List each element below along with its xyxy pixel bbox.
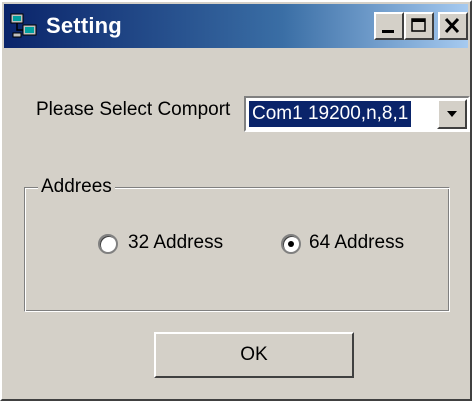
comport-label: Please Select Comport xyxy=(36,99,231,120)
address-group-legend: Addrees xyxy=(38,176,115,198)
maximize-button[interactable] xyxy=(404,12,434,40)
setting-dialog: Setting Please Select Comport Com1 19200… xyxy=(0,0,472,401)
comport-dropdown-button[interactable] xyxy=(437,99,467,129)
radio-selected-dot xyxy=(288,241,294,247)
comport-selected-value[interactable]: Com1 19200,n,8,1 xyxy=(249,101,412,127)
close-icon xyxy=(444,17,460,34)
window-title: Setting xyxy=(46,13,122,38)
comport-select[interactable]: Com1 19200,n,8,1 xyxy=(244,96,470,132)
app-icon xyxy=(10,13,38,39)
radio-32-address-label[interactable]: 32 Address xyxy=(128,232,223,254)
radio-32-address[interactable] xyxy=(98,234,118,254)
radio-64-address-label[interactable]: 64 Address xyxy=(309,232,404,254)
minimize-icon xyxy=(382,30,394,33)
close-button[interactable] xyxy=(438,12,468,40)
title-bar[interactable]: Setting xyxy=(4,4,468,48)
minimize-button[interactable] xyxy=(374,12,404,40)
chevron-down-icon xyxy=(447,111,457,117)
ok-button[interactable]: OK xyxy=(154,332,354,378)
maximize-icon xyxy=(411,18,426,32)
radio-64-address[interactable] xyxy=(281,234,301,254)
